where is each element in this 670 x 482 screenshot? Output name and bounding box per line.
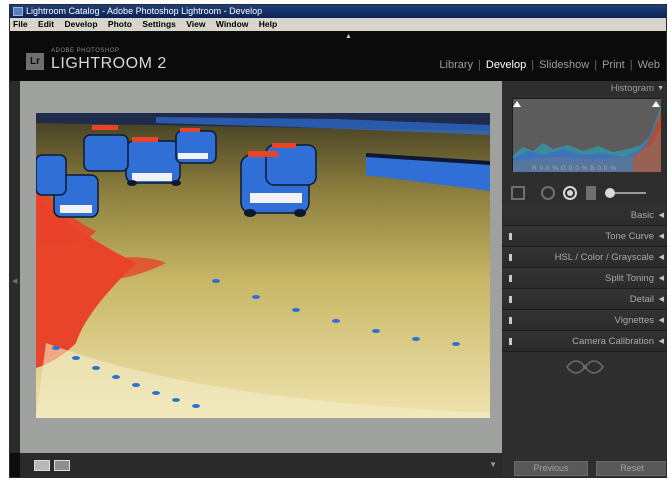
graduated-filter-icon[interactable] — [586, 186, 596, 200]
crop-icon[interactable] — [511, 186, 525, 200]
menu-develop[interactable]: Develop — [64, 18, 97, 31]
red-eye-icon[interactable] — [563, 186, 577, 200]
app-icon — [13, 7, 23, 16]
menu-edit[interactable]: Edit — [38, 18, 54, 31]
panel-hsl-label: HSL / Color / Grayscale — [554, 252, 654, 263]
develop-tools — [511, 186, 646, 200]
panel-split-toning-label: Split Toning — [605, 273, 654, 284]
module-slideshow[interactable]: Slideshow — [539, 59, 589, 71]
module-separator: | — [531, 59, 535, 71]
tool-strip — [510, 183, 660, 203]
histogram-header[interactable]: Histogram ▼ — [502, 81, 666, 97]
panel-toggle-icon[interactable] — [509, 338, 512, 345]
panel-toggle-icon[interactable] — [509, 233, 512, 240]
photo-image — [36, 113, 490, 418]
title-bar: Lightroom Catalog - Adobe Photoshop Ligh… — [10, 5, 666, 18]
menu-view[interactable]: View — [186, 18, 205, 31]
brand-title: LIGHTROOM 2 — [51, 55, 167, 72]
photo-canvas[interactable] — [20, 81, 502, 453]
expand-icon[interactable]: ◀ — [659, 331, 664, 352]
adjustment-brush-icon[interactable] — [605, 188, 646, 198]
loupe-view-icon[interactable] — [34, 460, 50, 471]
module-print[interactable]: Print — [602, 59, 625, 71]
expand-icon[interactable]: ◀ — [659, 247, 664, 268]
histogram-title: Histogram — [610, 83, 654, 94]
panel-basic[interactable]: Basic ◀ — [502, 205, 666, 226]
expand-icon[interactable]: ◀ — [659, 310, 664, 331]
expand-icon[interactable]: ◀ — [659, 205, 664, 226]
right-panel: Histogram ▼ R 0.0 % G 0.0 % B 0.0 % Basi… — [502, 81, 666, 477]
panel-toggle-icon[interactable] — [509, 275, 512, 282]
module-separator: | — [478, 59, 481, 71]
toolbar-menu-icon[interactable]: ▼ — [489, 460, 497, 469]
photo-preview — [36, 113, 490, 418]
lightroom-logo: Lr — [26, 53, 44, 70]
module-library[interactable]: Library — [439, 59, 473, 71]
panel-collapse-icon[interactable]: ▲ — [345, 33, 352, 40]
panel-vignettes[interactable]: Vignettes ◀ — [502, 310, 666, 331]
panel-toggle-icon[interactable] — [509, 317, 512, 324]
histogram-readout: R 0.0 % G 0.0 % B 0.0 % — [532, 165, 617, 172]
histogram-graph — [512, 98, 661, 172]
panel-tone-curve-label: Tone Curve — [605, 231, 654, 242]
expand-left-icon[interactable]: ◀ — [12, 277, 17, 285]
brand-subtitle: ADOBE PHOTOSHOP — [51, 48, 120, 54]
panel-toggle-icon[interactable] — [509, 254, 512, 261]
identity-plate: Lr ADOBE PHOTOSHOP LIGHTROOM 2 Library | D… — [10, 31, 666, 81]
panel-split-toning[interactable]: Split Toning ◀ — [502, 268, 666, 289]
panel-basic-label: Basic — [630, 210, 654, 221]
spot-removal-icon[interactable] — [541, 186, 555, 200]
before-after-icon[interactable] — [54, 460, 70, 471]
expand-icon[interactable]: ◀ — [659, 226, 664, 247]
module-web[interactable]: Web — [638, 59, 660, 71]
panel-hsl[interactable]: HSL / Color / Grayscale ◀ — [502, 247, 666, 268]
expand-icon[interactable]: ◀ — [659, 289, 664, 310]
previous-button[interactable]: Previous — [514, 461, 588, 476]
expand-icon[interactable]: ◀ — [659, 268, 664, 289]
panel-detail[interactable]: Detail ◀ — [502, 289, 666, 310]
menu-bar: File Edit Develop Photo Settings View Wi… — [10, 18, 666, 31]
menu-file[interactable]: File — [13, 18, 28, 31]
menu-window[interactable]: Window — [216, 18, 249, 31]
left-panel-edge[interactable]: ◀ — [10, 81, 20, 453]
panel-camera-calibration[interactable]: Camera Calibration ◀ — [502, 331, 666, 352]
menu-help[interactable]: Help — [259, 18, 277, 31]
panel-toggle-icon[interactable] — [509, 296, 512, 303]
panel-tone-curve[interactable]: Tone Curve ◀ — [502, 226, 666, 247]
bottom-toolbar: ▼ — [20, 453, 502, 477]
menu-settings[interactable]: Settings — [142, 18, 176, 31]
lightroom-window: Lightroom Catalog - Adobe Photoshop Ligh… — [9, 4, 667, 478]
panel-vignettes-label: Vignettes — [614, 315, 654, 326]
reset-button[interactable]: Reset — [596, 461, 666, 476]
window-title: Lightroom Catalog - Adobe Photoshop Ligh… — [26, 6, 263, 16]
collapse-icon[interactable]: ▼ — [657, 81, 664, 97]
module-separator: | — [594, 59, 598, 71]
panel-detail-label: Detail — [629, 294, 654, 305]
panel-camera-calibration-label: Camera Calibration — [572, 336, 654, 347]
menu-photo[interactable]: Photo — [108, 18, 132, 31]
module-develop[interactable]: Develop — [486, 59, 526, 71]
module-picker: Library | Develop | Slideshow | Print | Web — [439, 59, 660, 71]
module-separator: | — [629, 59, 633, 71]
histogram-plot — [513, 99, 661, 172]
panel-end-ornament-icon — [565, 359, 605, 380]
